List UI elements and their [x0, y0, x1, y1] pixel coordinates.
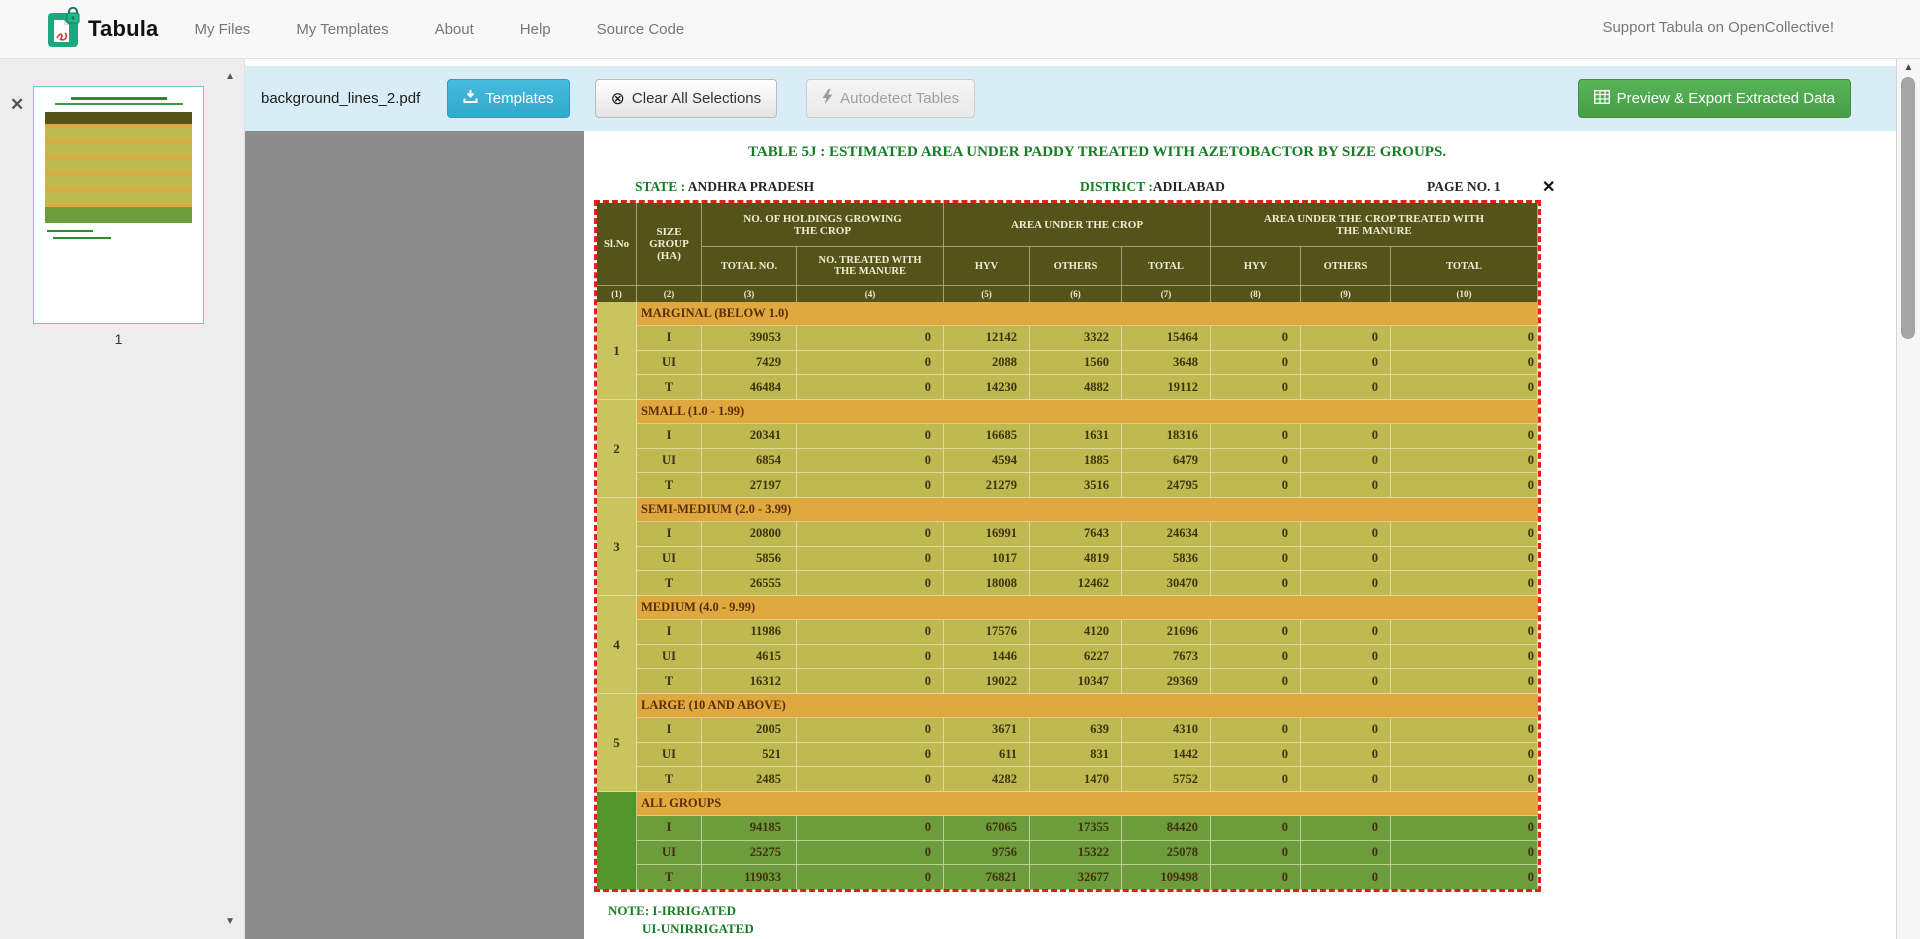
thumb-subtitle-line	[55, 103, 183, 105]
thumb-table	[45, 112, 192, 223]
nav-item-my-files[interactable]: My Files	[194, 21, 250, 38]
state-label: STATE :	[635, 179, 685, 194]
tabula-logo-icon	[48, 7, 81, 52]
note-line-2: UI-UNIRRIGATED	[642, 921, 754, 937]
sidebar-scroll-down-icon[interactable]: ▼	[225, 916, 235, 927]
nav-item-source-code[interactable]: Source Code	[597, 21, 685, 38]
pdf-table-title: TABLE 5J : ESTIMATED AREA UNDER PADDY TR…	[748, 144, 1446, 161]
note-line-1: NOTE: I-IRRIGATED	[608, 903, 736, 919]
close-file-icon[interactable]: ✕	[10, 95, 24, 115]
templates-label: Templates	[485, 90, 553, 107]
filename: background_lines_2.pdf	[261, 90, 420, 107]
navbar: Tabula My Files My Templates About Help Sour…	[0, 0, 1920, 59]
support-link[interactable]: Support Tabula on OpenCollective!	[1602, 19, 1834, 36]
autodetect-label: Autodetect Tables	[840, 90, 959, 107]
import-icon	[463, 89, 478, 108]
thumb-note-line	[53, 237, 111, 239]
toolbar: background_lines_2.pdf Templates ⊗ Clear…	[245, 66, 1896, 131]
thumb-title-line	[71, 97, 167, 100]
state-text: STATE : ANDHRA PRADESH	[635, 179, 814, 195]
autodetect-tables-button[interactable]: Autodetect Tables	[806, 79, 975, 118]
nav-item-help[interactable]: Help	[520, 21, 551, 38]
page-thumbnail-label: 1	[33, 331, 204, 347]
export-button[interactable]: Preview & Export Extracted Data	[1578, 79, 1851, 118]
brand-title: Tabula	[88, 16, 158, 42]
district-text: DISTRICT :ADILABAD	[1080, 179, 1225, 195]
nav-item-my-templates[interactable]: My Templates	[296, 21, 388, 38]
lightning-icon	[822, 89, 833, 108]
main-pane: background_lines_2.pdf Templates ⊗ Clear…	[245, 59, 1896, 939]
table-selection-box[interactable]	[594, 200, 1541, 892]
templates-button[interactable]: Templates	[447, 79, 569, 118]
brand[interactable]: Tabula	[48, 7, 158, 52]
sidebar-scroll-up-icon[interactable]: ▲	[225, 71, 235, 82]
vertical-scrollbar[interactable]: ▲	[1896, 59, 1920, 939]
content: ✕ 1 ▲ ▼	[0, 59, 1920, 939]
export-label: Preview & Export Extracted Data	[1617, 90, 1835, 107]
scrollbar-thumb[interactable]	[1901, 77, 1915, 339]
page-number-text: PAGE NO. 1	[1427, 179, 1501, 195]
scroll-up-icon[interactable]: ▲	[1897, 62, 1920, 73]
district-value: ADILABAD	[1153, 179, 1225, 194]
sidebar: ✕ 1 ▲ ▼	[0, 59, 245, 939]
thumb-note-line	[47, 230, 93, 232]
clear-icon: ⊗	[611, 90, 625, 107]
app: Tabula My Files My Templates About Help Sour…	[0, 0, 1920, 939]
navbar-menu: My Files My Templates About Help Source Code	[194, 21, 684, 38]
state-value: ANDHRA PRADESH	[688, 179, 814, 194]
document-pane: TABLE 5J : ESTIMATED AREA UNDER PADDY TR…	[245, 131, 1896, 939]
district-label: DISTRICT :	[1080, 179, 1153, 194]
page-thumbnail[interactable]	[33, 86, 204, 324]
remove-selection-icon[interactable]: ✕	[1542, 177, 1555, 197]
table-grid-icon	[1594, 90, 1610, 108]
clear-label: Clear All Selections	[632, 90, 761, 107]
pdf-page[interactable]: TABLE 5J : ESTIMATED AREA UNDER PADDY TR…	[584, 131, 1896, 939]
clear-selections-button[interactable]: ⊗ Clear All Selections	[595, 79, 777, 118]
nav-item-about[interactable]: About	[435, 21, 474, 38]
